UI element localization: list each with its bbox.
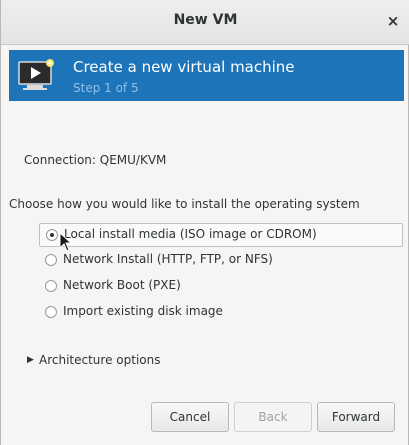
radio-label: Import existing disk image [63,304,223,318]
cancel-button[interactable]: Cancel [151,402,229,432]
window-title: New VM [173,12,238,28]
back-button[interactable]: Back [234,402,312,432]
title-bar[interactable]: New VM × [1,0,409,45]
radio-import-disk-image[interactable]: Import existing disk image [39,301,403,325]
radio-label: Local install media (ISO image or CDROM) [64,227,317,241]
radio-button[interactable] [45,280,57,292]
virtual-machine-icon [18,59,54,90]
architecture-options-label: Architecture options [39,353,161,367]
mouse-pointer-icon [59,232,73,252]
radio-network-boot[interactable]: Network Boot (PXE) [39,275,403,299]
connection-label: Connection: QEMU/KVM [24,153,167,167]
close-button[interactable]: × [382,10,404,32]
radio-label: Network Boot (PXE) [63,278,181,292]
radio-button[interactable] [45,306,57,318]
banner-step-indicator: Step 1 of 5 [73,81,139,95]
forward-button[interactable]: Forward [317,402,395,432]
radio-label: Network Install (HTTP, FTP, or NFS) [63,252,273,266]
radio-local-install-media[interactable]: Local install media (ISO image or CDROM) [39,223,403,247]
radio-button[interactable] [45,254,57,266]
new-vm-dialog: New VM × Create a new virtual machine St… [0,0,409,445]
radio-network-install[interactable]: Network Install (HTTP, FTP, or NFS) [39,249,403,273]
banner-title: Create a new virtual machine [73,58,295,76]
header-banner: Create a new virtual machine Step 1 of 5 [9,50,404,101]
expander-arrow-icon: ▶ [27,355,34,365]
radio-button[interactable] [46,229,58,241]
install-method-prompt: Choose how you would like to install the… [9,197,360,211]
